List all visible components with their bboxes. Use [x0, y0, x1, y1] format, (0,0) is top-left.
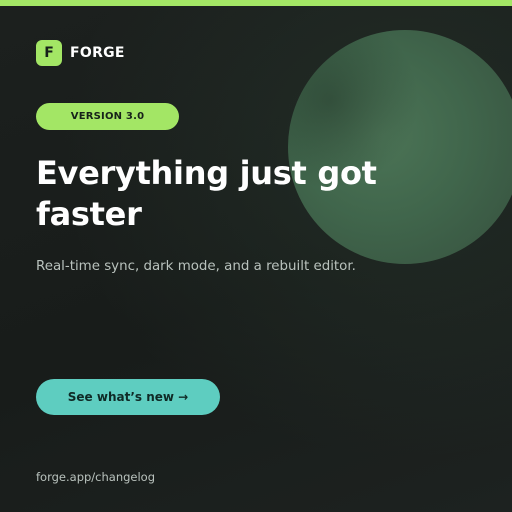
logo-mark-icon: F: [36, 40, 62, 66]
brand-logo: F FORGE: [36, 40, 125, 66]
brand-name: FORGE: [70, 45, 125, 61]
promo-card: F FORGE VERSION 3.0 Everything just got …: [0, 0, 512, 512]
version-badge: VERSION 3.0: [36, 103, 179, 130]
headline: Everything just got faster: [36, 154, 377, 233]
see-whats-new-button[interactable]: See what’s new →: [36, 379, 220, 415]
subheadline: Real-time sync, dark mode, and a rebuilt…: [36, 259, 356, 274]
accent-top-bar: [0, 0, 512, 6]
changelog-url[interactable]: forge.app/changelog: [36, 470, 155, 484]
